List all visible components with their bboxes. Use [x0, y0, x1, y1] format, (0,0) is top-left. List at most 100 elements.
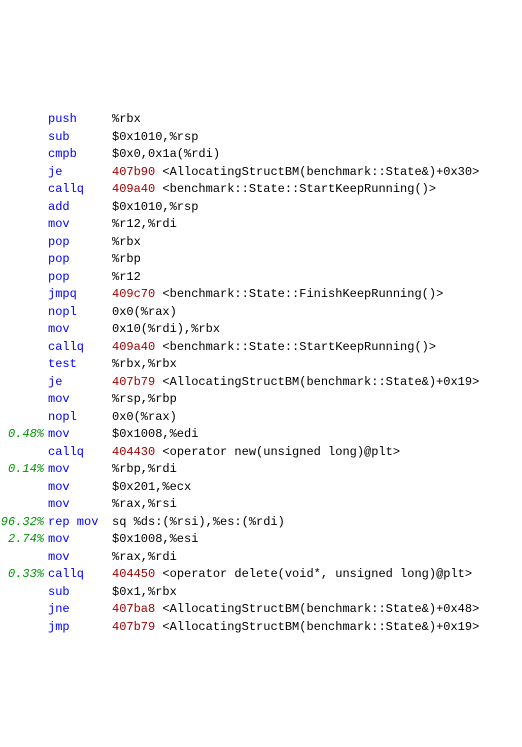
asm-line: callq404430 <operator new(unsigned long)… — [0, 444, 522, 462]
asm-lines: push%rbxsub$0x1010,%rspcmpb$0x0,0x1a(%rd… — [0, 111, 522, 636]
percent — [0, 444, 46, 462]
mnemonic: jne — [46, 601, 112, 619]
symbol: <AllocatingStructBM(benchmark::State&)+0… — [162, 602, 479, 616]
operands: 407b79 <AllocatingStructBM(benchmark::St… — [112, 619, 479, 637]
mnemonic: mov — [46, 461, 112, 479]
operands: $0x1008,%esi — [112, 531, 198, 549]
percent — [0, 374, 46, 392]
asm-line: 0.14%mov%rbp,%rdi — [0, 461, 522, 479]
operands: %rbp — [112, 251, 141, 269]
asm-line: je407b79 <AllocatingStructBM(benchmark::… — [0, 374, 522, 392]
mnemonic: callq — [46, 181, 112, 199]
asm-line: 96.32%rep movsq %ds:(%rsi),%es:(%rdi) — [0, 514, 522, 532]
asm-line: mov$0x201,%ecx — [0, 479, 522, 497]
jump-address: 407ba8 — [112, 602, 162, 616]
asm-line: mov%rax,%rdi — [0, 549, 522, 567]
percent: 2.74% — [0, 531, 46, 549]
mnemonic: jmp — [46, 619, 112, 637]
operands: 0x0(%rax) — [112, 304, 177, 322]
mnemonic: test — [46, 356, 112, 374]
percent — [0, 584, 46, 602]
mnemonic: cmpb — [46, 146, 112, 164]
symbol: <benchmark::State::StartKeepRunning()> — [162, 340, 436, 354]
asm-line: jne407ba8 <AllocatingStructBM(benchmark:… — [0, 601, 522, 619]
percent — [0, 269, 46, 287]
percent: 0.48% — [0, 426, 46, 444]
percent — [0, 356, 46, 374]
percent — [0, 391, 46, 409]
mnemonic: callq — [46, 444, 112, 462]
asm-line: mov%r12,%rdi — [0, 216, 522, 234]
percent — [0, 146, 46, 164]
operands: $0x1,%rbx — [112, 584, 177, 602]
percent — [0, 409, 46, 427]
asm-line: mov%rax,%rsi — [0, 496, 522, 514]
asm-line: je407b90 <AllocatingStructBM(benchmark::… — [0, 164, 522, 182]
mnemonic: callq — [46, 339, 112, 357]
symbol: <benchmark::State::StartKeepRunning()> — [162, 182, 436, 196]
jump-address: 404430 — [112, 445, 162, 459]
operands: %rax,%rdi — [112, 549, 177, 567]
mnemonic: pop — [46, 269, 112, 287]
operands: $0x1010,%rsp — [112, 129, 198, 147]
asm-line: pop%rbp — [0, 251, 522, 269]
mnemonic: mov — [46, 426, 112, 444]
mnemonic: mov — [46, 479, 112, 497]
asm-line: 0.48%mov$0x1008,%edi — [0, 426, 522, 444]
asm-line: pop%r12 — [0, 269, 522, 287]
jump-address: 404450 — [112, 567, 162, 581]
operands: $0x201,%ecx — [112, 479, 191, 497]
asm-line: 0.33%callq404450 <operator delete(void*,… — [0, 566, 522, 584]
operands: 404430 <operator new(unsigned long)@plt> — [112, 444, 400, 462]
asm-line: mov0x10(%rdi),%rbx — [0, 321, 522, 339]
operands: sq %ds:(%rsi),%es:(%rdi) — [112, 514, 285, 532]
mnemonic: jmpq — [46, 286, 112, 304]
asm-line: test%rbx,%rbx — [0, 356, 522, 374]
mnemonic: mov — [46, 549, 112, 567]
asm-line: sub$0x1,%rbx — [0, 584, 522, 602]
percent — [0, 601, 46, 619]
operands: 0x10(%rdi),%rbx — [112, 321, 220, 339]
jump-address: 407b79 — [112, 620, 162, 634]
symbol: <operator new(unsigned long)@plt> — [162, 445, 400, 459]
asm-line: mov%rsp,%rbp — [0, 391, 522, 409]
mnemonic: pop — [46, 251, 112, 269]
operands: 407b90 <AllocatingStructBM(benchmark::St… — [112, 164, 479, 182]
symbol: <operator delete(void*, unsigned long)@p… — [162, 567, 472, 581]
jump-address: 409a40 — [112, 182, 162, 196]
mnemonic: mov — [46, 391, 112, 409]
symbol: <AllocatingStructBM(benchmark::State&)+0… — [162, 165, 479, 179]
mnemonic: callq — [46, 566, 112, 584]
percent: 96.32% — [0, 514, 46, 532]
mnemonic: mov — [46, 496, 112, 514]
mnemonic: je — [46, 164, 112, 182]
percent — [0, 199, 46, 217]
percent — [0, 129, 46, 147]
percent — [0, 286, 46, 304]
symbol: <AllocatingStructBM(benchmark::State&)+0… — [162, 620, 479, 634]
percent: 0.14% — [0, 461, 46, 479]
operands: %rbx,%rbx — [112, 356, 177, 374]
mnemonic: pop — [46, 234, 112, 252]
operands: 407b79 <AllocatingStructBM(benchmark::St… — [112, 374, 479, 392]
operands: 409c70 <benchmark::State::FinishKeepRunn… — [112, 286, 443, 304]
asm-line: nopl0x0(%rax) — [0, 409, 522, 427]
operands: %r12,%rdi — [112, 216, 177, 234]
asm-line: push%rbx — [0, 111, 522, 129]
mnemonic: nopl — [46, 409, 112, 427]
asm-line: jmpq409c70 <benchmark::State::FinishKeep… — [0, 286, 522, 304]
jump-address: 409a40 — [112, 340, 162, 354]
operands: $0x1008,%edi — [112, 426, 198, 444]
operands: 0x0(%rax) — [112, 409, 177, 427]
mnemonic: add — [46, 199, 112, 217]
percent — [0, 479, 46, 497]
jump-address: 409c70 — [112, 287, 162, 301]
percent — [0, 321, 46, 339]
operands: $0x1010,%rsp — [112, 199, 198, 217]
asm-listing: { "lines": [ {"pct":"","mne":"push","ops… — [0, 35, 522, 677]
operands: 409a40 <benchmark::State::StartKeepRunni… — [112, 181, 436, 199]
percent — [0, 234, 46, 252]
percent — [0, 164, 46, 182]
mnemonic: push — [46, 111, 112, 129]
mnemonic: mov — [46, 216, 112, 234]
